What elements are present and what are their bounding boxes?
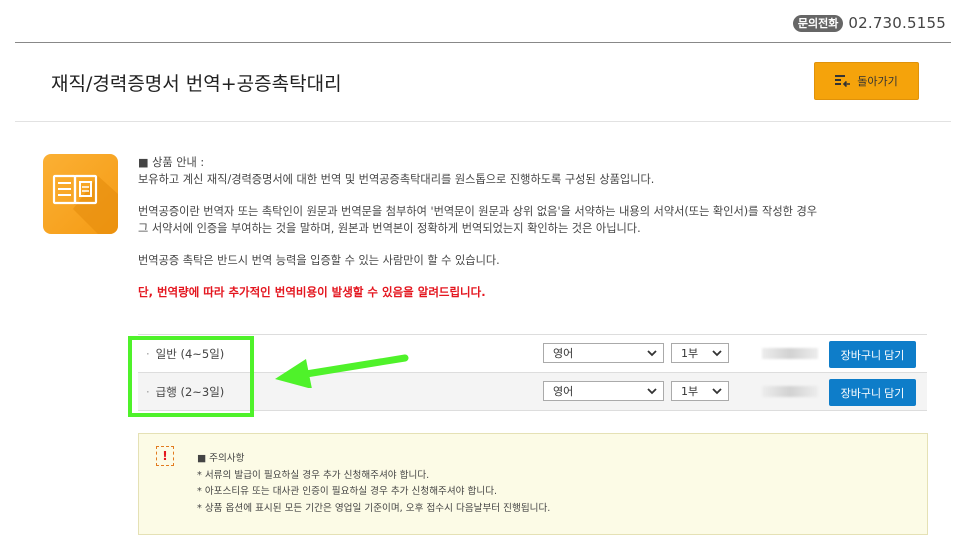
phone-badge: 문의전화 bbox=[792, 14, 844, 32]
product-icon bbox=[43, 154, 118, 234]
quantity-select[interactable]: 1부 bbox=[671, 343, 729, 363]
quantity-select-value: 1부 bbox=[681, 347, 699, 360]
notice-text: ■ 주의사항 * 서류의 발급이 필요하실 경우 추가 신청해주셔야 합니다. … bbox=[197, 451, 550, 517]
quantity-select-value: 1부 bbox=[681, 385, 699, 398]
language-select-value: 영어 bbox=[553, 385, 574, 398]
exclamation-icon: ! bbox=[156, 446, 174, 466]
chevron-down-icon bbox=[712, 388, 722, 395]
description-line: 그 서약서에 인증을 부여하는 것을 말하며, 원본과 번역본이 정확하게 번역… bbox=[138, 222, 641, 235]
notice-item: * 상품 옵션에 표시된 모든 기간은 영업일 기준이며, 오후 접수시 다음날… bbox=[197, 502, 551, 514]
contact-phone: 문의전화 02.730.5155 bbox=[792, 14, 946, 32]
description-heading: ■ 상품 안내 : bbox=[138, 156, 205, 169]
notice-box: ! ■ 주의사항 * 서류의 발급이 필요하실 경우 추가 신청해주셔야 합니다… bbox=[138, 433, 928, 535]
notice-item: * 아포스티유 또는 대사관 인증이 필요하실 경우 추가 신청해주셔야 합니다… bbox=[197, 486, 498, 497]
product-description: ■ 상품 안내 : 보유하고 계신 재직/경력증명서에 대한 번역 및 번역공증… bbox=[138, 154, 918, 301]
chevron-down-icon bbox=[647, 388, 657, 395]
book-icon bbox=[52, 174, 118, 234]
option-row-normal: · 일반 (4~5일) 영어 1부 장바구니 담기 bbox=[138, 334, 927, 372]
back-button[interactable]: 돌아가기 bbox=[814, 62, 919, 100]
quantity-select[interactable]: 1부 bbox=[671, 381, 729, 401]
description-line: 번역공증 촉탁은 반드시 번역 능력을 입증할 수 있는 사람만이 할 수 있습… bbox=[138, 254, 500, 267]
title-row: 재직/경력증명서 번역+공증촉탁대리 돌아가기 bbox=[15, 43, 951, 122]
notice-item: * 서류의 발급이 필요하실 경우 추가 신청해주셔야 합니다. bbox=[197, 469, 430, 481]
add-to-cart-button[interactable]: 장바구니 담기 bbox=[829, 379, 916, 406]
back-button-label: 돌아가기 bbox=[857, 75, 898, 88]
option-row-express: · 급행 (2~3일) 영어 1부 장바구니 담기 bbox=[138, 372, 927, 411]
page-title: 재직/경력증명서 번역+공증촉탁대리 bbox=[51, 73, 342, 95]
list-back-icon bbox=[835, 74, 851, 87]
chevron-down-icon bbox=[647, 350, 657, 357]
option-table: · 일반 (4~5일) 영어 1부 장바구니 담기 · 급행 (2~3일) 영어 1… bbox=[138, 334, 927, 411]
description-line: 번역공증이란 번역자 또는 촉탁인이 원문과 번역문을 첨부하여 '번역문이 원… bbox=[138, 205, 818, 218]
language-select[interactable]: 영어 bbox=[543, 343, 664, 363]
add-to-cart-button[interactable]: 장바구니 담기 bbox=[829, 341, 916, 368]
language-select[interactable]: 영어 bbox=[543, 381, 664, 401]
phone-number: 02.730.5155 bbox=[848, 14, 946, 32]
highlight-box bbox=[128, 336, 254, 417]
warning-text: 단, 번역량에 따라 추가적인 번역비용이 발생할 수 있음을 알려드립니다. bbox=[138, 285, 486, 299]
notice-title: ■ 주의사항 bbox=[197, 453, 245, 464]
top-bar: 문의전화 02.730.5155 bbox=[0, 0, 966, 42]
chevron-down-icon bbox=[712, 350, 722, 357]
price-blurred bbox=[762, 348, 818, 359]
language-select-value: 영어 bbox=[553, 347, 574, 360]
description-line: 보유하고 계신 재직/경력증명서에 대한 번역 및 번역공증촉탁대리를 원스톱으… bbox=[138, 173, 655, 186]
price-blurred bbox=[762, 386, 818, 397]
arrow-left-icon bbox=[275, 354, 409, 388]
